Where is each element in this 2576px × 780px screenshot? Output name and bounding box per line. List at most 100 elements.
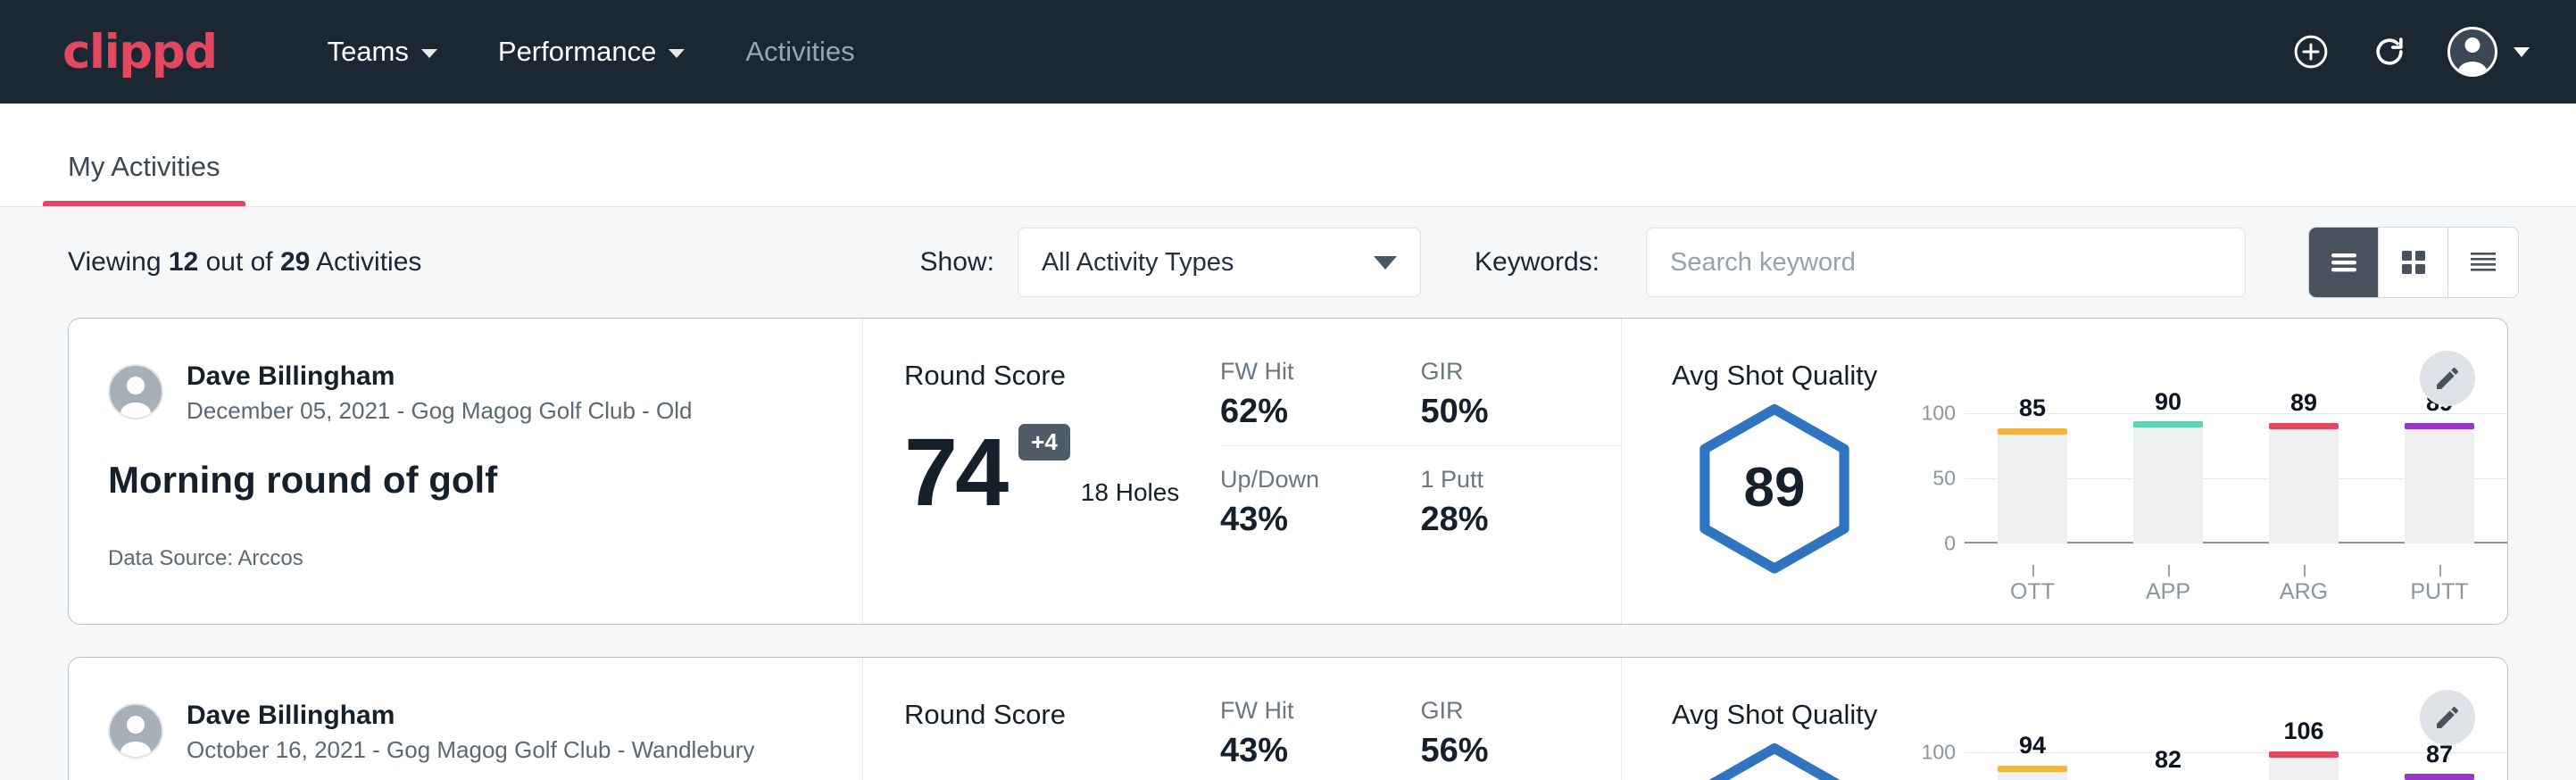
x-label-ott: OTT <box>1965 579 2100 605</box>
bar-value-app: 90 <box>2155 388 2181 416</box>
edit-activity-button[interactable] <box>2420 690 2475 745</box>
search-input[interactable] <box>1670 248 2222 278</box>
stat-fw-hit: FW Hit 43% <box>1220 697 1421 780</box>
stat-fw-hit-label: FW Hit <box>1220 697 1387 725</box>
chevron-down-icon <box>669 49 685 58</box>
nav-item-activities[interactable]: Activities <box>715 25 885 79</box>
tab-strip: My Activities <box>0 104 2576 207</box>
tab-my-activities[interactable]: My Activities <box>43 151 245 206</box>
chart-plot-area: 85 90 <box>1965 413 2507 556</box>
viewing-suffix: Activities <box>310 247 421 277</box>
activity-type-select[interactable]: All Activity Types <box>1018 228 1421 297</box>
avatar <box>2447 27 2497 77</box>
list-view-icon <box>2328 249 2360 276</box>
quality-hexagon-value <box>1691 742 1857 780</box>
account-menu[interactable] <box>2447 27 2530 77</box>
round-score-row: 74 +4 18 Holes <box>904 404 1220 516</box>
pencil-icon <box>2433 364 2462 393</box>
bar-cap-ott <box>1998 428 2067 435</box>
player-name: Dave Billingham <box>187 360 693 394</box>
bar-ott <box>1998 434 2067 544</box>
stat-up-down-value: 43% <box>1220 501 1387 539</box>
round-score-label: Round Score <box>904 360 1220 392</box>
top-navbar: clippd Teams Performance Activities <box>0 0 2576 104</box>
activity-card[interactable]: Dave Billingham October 16, 2021 - Gog M… <box>68 657 2508 780</box>
bar-cap-putt <box>2405 423 2474 429</box>
activity-type-select-value: All Activity Types <box>1042 248 1234 278</box>
stat-gir-label: GIR <box>1421 697 1588 725</box>
stat-1-putt: 1 Putt 28% <box>1421 466 1622 539</box>
avg-shot-quality-label: Avg Shot Quality <box>1672 699 2507 731</box>
activity-meta: October 16, 2021 - Gog Magog Golf Club -… <box>187 736 754 764</box>
stat-fw-hit: FW Hit 62% <box>1220 358 1421 446</box>
player-name: Dave Billingham <box>187 699 754 733</box>
main-nav: Teams Performance Activities <box>297 25 885 79</box>
stat-gir: GIR 56% <box>1421 697 1622 780</box>
chart-y-axis: 100 50 0 <box>1900 413 1965 556</box>
y-tick-0: 0 <box>1944 531 1956 555</box>
shot-quality-bar-chart: 100 50 0 94 <box>1877 736 2507 780</box>
refresh-icon[interactable] <box>2369 31 2410 72</box>
bar-value-ott: 85 <box>2019 394 2046 422</box>
viewing-mid: out of <box>198 247 280 277</box>
round-score-value: 74 <box>904 427 1006 516</box>
bar-slot-putt: 89 <box>2372 413 2507 556</box>
chart-x-labels: OTT APP ARG PUTT <box>1965 579 2507 605</box>
x-label-arg: ARG <box>2236 579 2372 605</box>
viewing-count: 12 <box>169 247 198 277</box>
avatar <box>108 703 163 759</box>
round-score-badge: +4 <box>1018 424 1070 461</box>
bar-slot-arg: 89 <box>2236 413 2372 556</box>
nav-actions <box>2290 27 2530 77</box>
filter-bar: Viewing 12 out of 29 Activities Show: Al… <box>0 207 2576 318</box>
stat-1-putt-label: 1 Putt <box>1421 466 1588 494</box>
chart-y-axis: 100 50 0 <box>1900 752 1965 780</box>
bar-slot-app: 82 <box>2100 752 2236 780</box>
grid-view-icon <box>2398 247 2429 278</box>
keywords-label: Keywords: <box>1475 247 1600 278</box>
edit-activity-button[interactable] <box>2420 351 2475 406</box>
view-mode-grid-button[interactable] <box>2379 228 2448 297</box>
round-stats-grid: FW Hit 43% GIR 56% <box>1220 658 1622 780</box>
player-header: Dave Billingham October 16, 2021 - Gog M… <box>108 699 823 764</box>
bar-slot-app: 90 <box>2100 413 2236 556</box>
activity-data-source: Data Source: Arccos <box>108 546 823 571</box>
bar-cap-app <box>2133 421 2203 427</box>
view-mode-list-button[interactable] <box>2309 228 2379 297</box>
quality-hexagon-wrap <box>1672 736 1877 780</box>
nav-item-teams-label: Teams <box>328 36 409 68</box>
bar-slot-ott: 85 <box>1965 413 2100 556</box>
tab-my-activities-label: My Activities <box>68 151 220 182</box>
activity-info-column: Dave Billingham October 16, 2021 - Gog M… <box>69 658 863 780</box>
bar-value-arg: 106 <box>2283 718 2323 745</box>
round-score-column: Round Score <box>863 658 1220 780</box>
bar-cap-putt <box>2405 774 2474 780</box>
view-mode-compact-button[interactable] <box>2448 228 2518 297</box>
chevron-down-icon <box>421 49 437 58</box>
clippd-logo[interactable]: clippd <box>62 29 217 76</box>
bar-slot-ott: 94 <box>1965 752 2100 780</box>
stat-gir-value: 56% <box>1421 732 1588 770</box>
activity-card[interactable]: Dave Billingham December 05, 2021 - Gog … <box>68 318 2508 625</box>
nav-item-performance[interactable]: Performance <box>468 25 715 79</box>
chart-plot-area: 94 82 <box>1965 752 2507 780</box>
nav-item-activities-label: Activities <box>745 36 854 68</box>
bar-arg <box>2269 757 2339 780</box>
stat-fw-hit-label: FW Hit <box>1220 358 1387 386</box>
nav-item-performance-label: Performance <box>498 36 656 68</box>
viewing-count-text: Viewing 12 out of 29 Activities <box>68 247 421 278</box>
chart-bars: 85 90 <box>1965 413 2507 556</box>
y-tick-100: 100 <box>1922 402 1956 426</box>
y-tick-100: 100 <box>1922 741 1956 765</box>
stat-fw-hit-value: 62% <box>1220 393 1387 431</box>
activity-card-list: Dave Billingham December 05, 2021 - Gog … <box>0 318 2576 780</box>
plus-circle-icon[interactable] <box>2290 31 2331 72</box>
avg-shot-quality-label: Avg Shot Quality <box>1672 360 2507 392</box>
shot-quality-bar-chart: 100 50 0 85 <box>1877 397 2507 605</box>
player-header: Dave Billingham December 05, 2021 - Gog … <box>108 360 823 425</box>
bar-value-app: 82 <box>2155 746 2181 774</box>
bar-arg <box>2269 428 2339 544</box>
nav-item-teams[interactable]: Teams <box>297 25 468 79</box>
search-input-wrapper[interactable] <box>1646 228 2246 297</box>
stat-up-down-label: Up/Down <box>1220 466 1387 494</box>
